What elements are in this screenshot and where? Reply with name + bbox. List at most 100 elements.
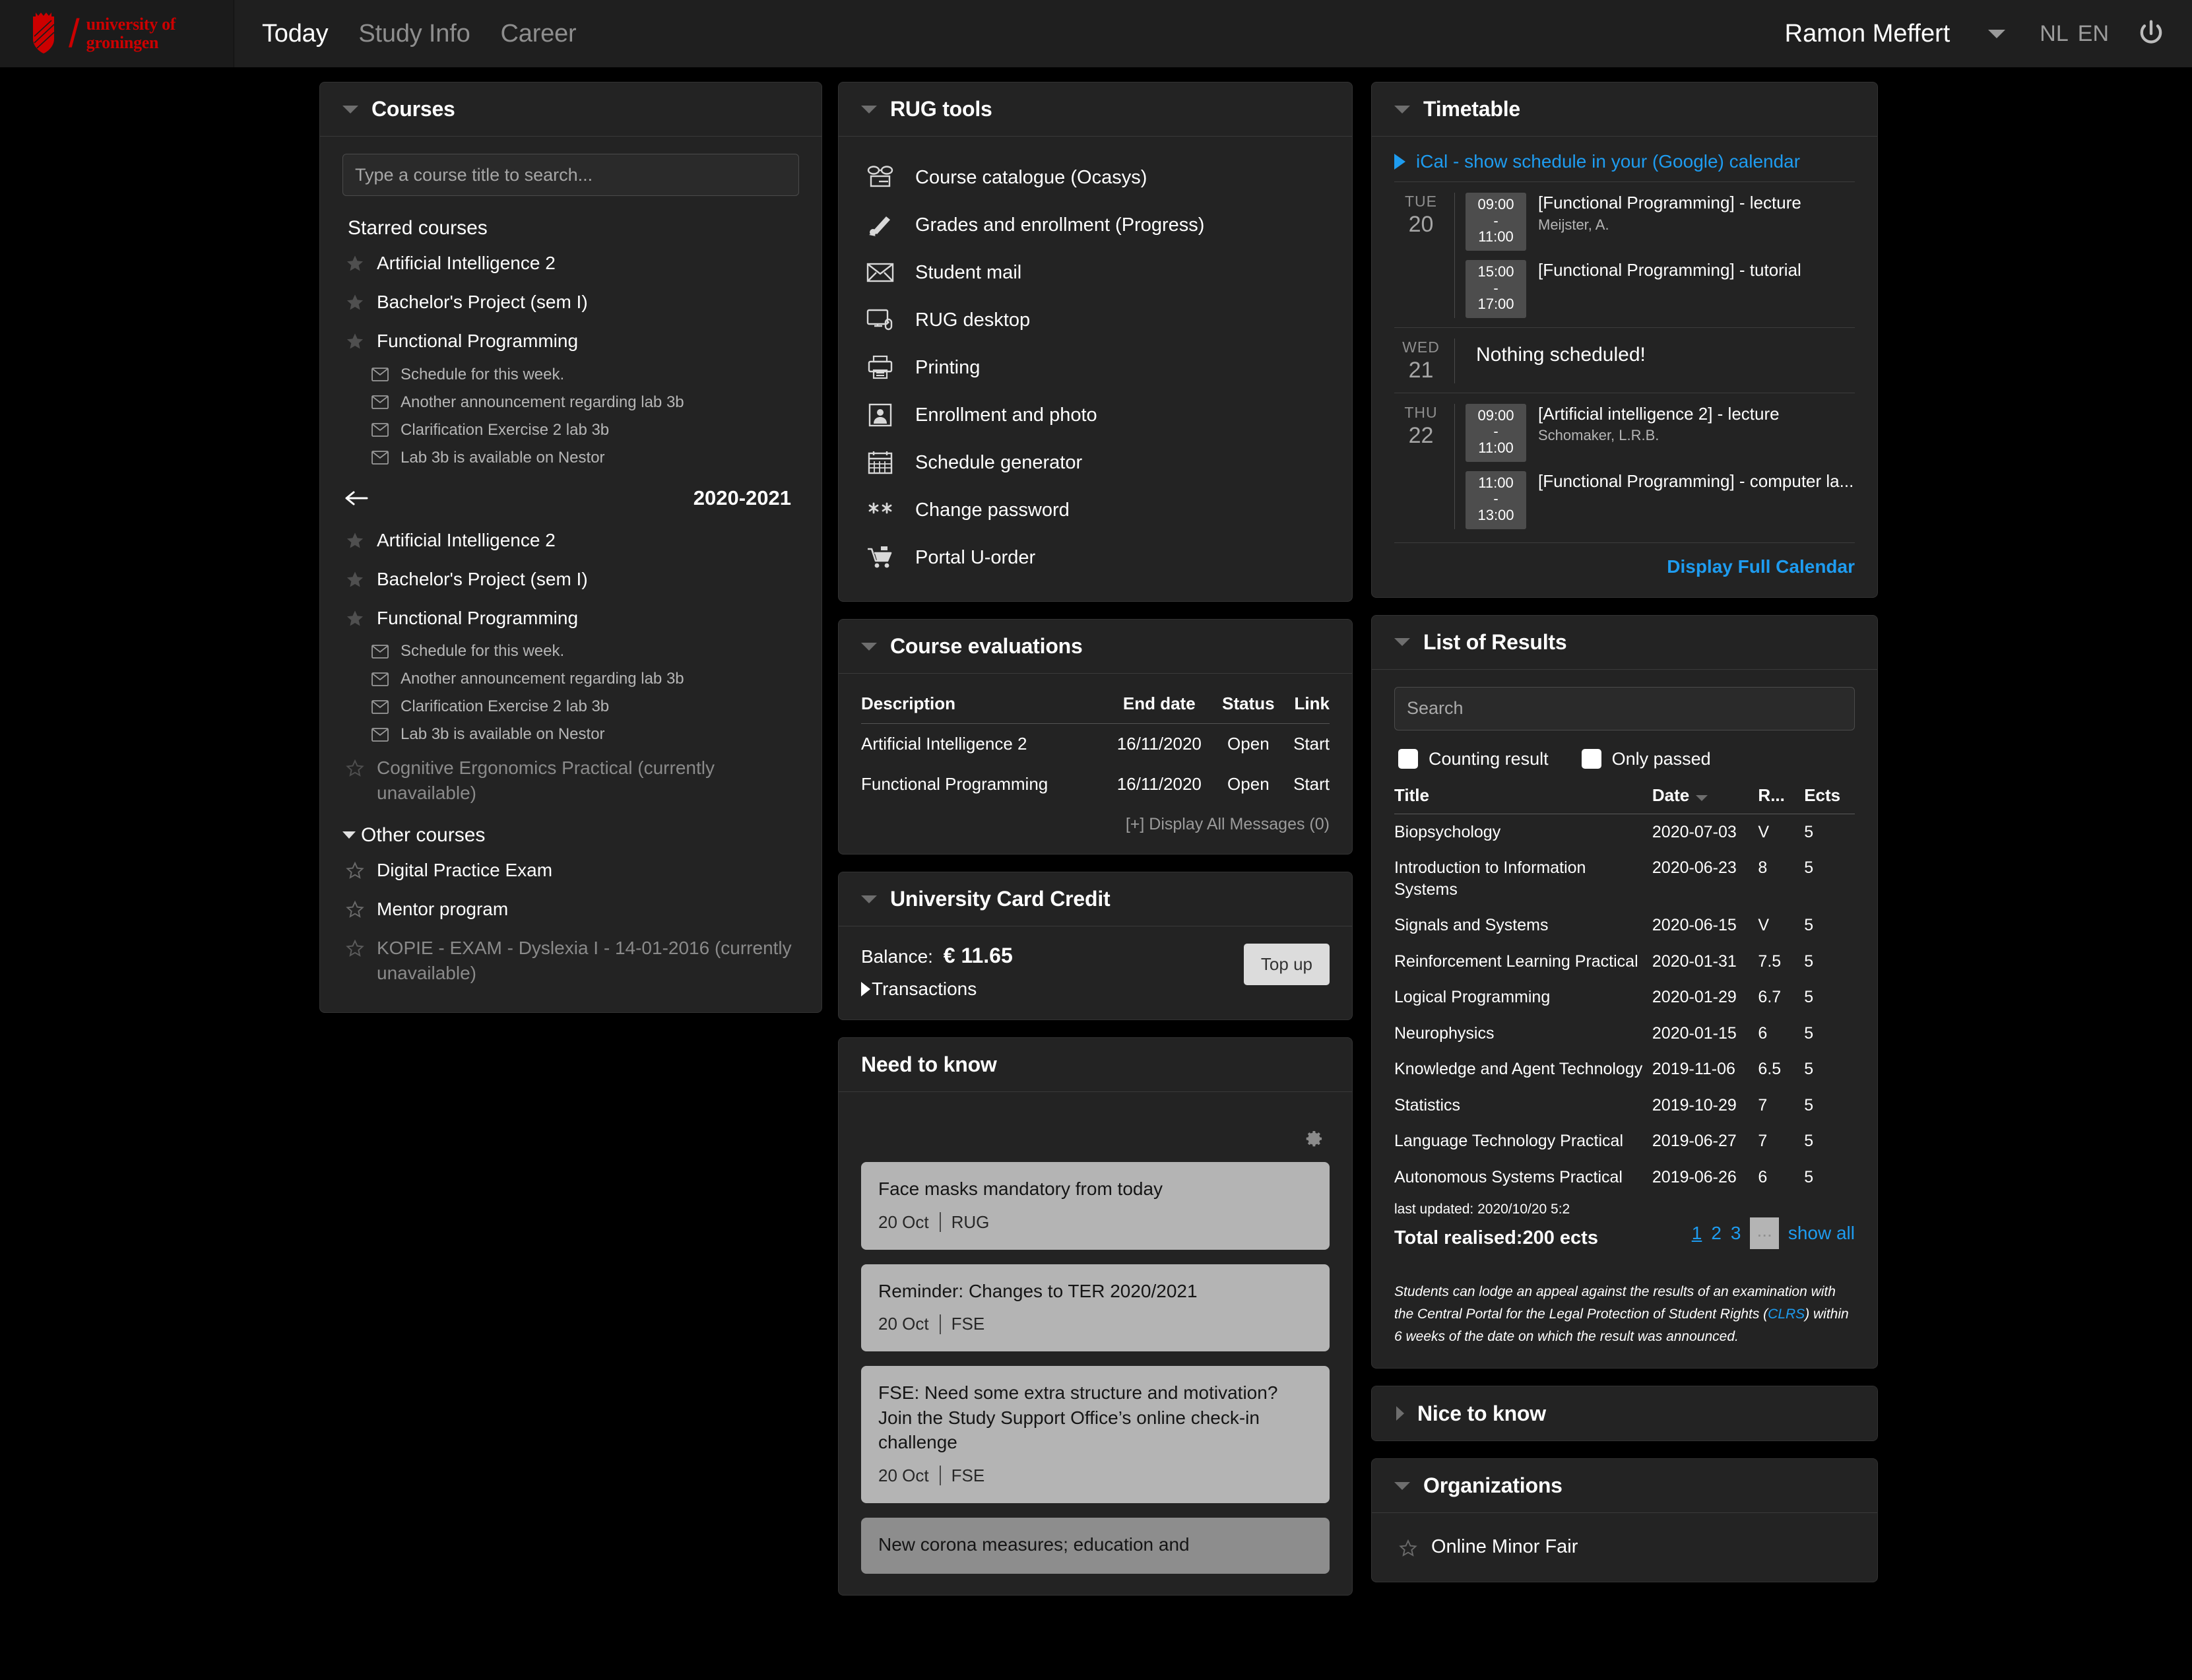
course-item[interactable]: KOPIE - EXAM - Dyslexia I - 14-01-2016 (… <box>342 928 799 992</box>
collapse-triangle-icon[interactable] <box>861 106 877 113</box>
nice-to-know-header[interactable]: Nice to know <box>1372 1386 1877 1440</box>
nav-career[interactable]: Career <box>501 20 577 48</box>
page-ellipsis[interactable]: ... <box>1750 1217 1778 1249</box>
course-item[interactable]: Bachelor's Project (sem I) <box>342 282 799 321</box>
star-filled-icon[interactable] <box>345 293 365 312</box>
star-filled-icon[interactable] <box>345 531 365 550</box>
timetable-event[interactable]: 09:00 - 11:00 [Functional Programming] -… <box>1466 193 1855 251</box>
tool-schedule-generator[interactable]: Schedule generator <box>861 439 1330 486</box>
col-ects[interactable]: Ects <box>1804 784 1855 814</box>
news-item[interactable]: New corona measures; education and <box>861 1518 1330 1574</box>
course-message[interactable]: Schedule for this week. <box>342 637 799 665</box>
course-item[interactable]: Functional Programming <box>342 321 799 360</box>
course-evaluations-header[interactable]: Course evaluations <box>839 620 1352 674</box>
nav-today[interactable]: Today <box>262 20 328 48</box>
nav-study-info[interactable]: Study Info <box>358 20 470 48</box>
course-item[interactable]: Artificial Intelligence 2 <box>342 521 799 560</box>
course-message[interactable]: Lab 3b is available on Nestor <box>342 444 799 472</box>
filter-only-passed[interactable]: Only passed <box>1582 749 1711 769</box>
collapse-triangle-icon[interactable] <box>861 643 877 651</box>
course-item[interactable]: Artificial Intelligence 2 <box>342 243 799 282</box>
other-courses-header[interactable]: Other courses <box>342 824 799 847</box>
tool-student-mail[interactable]: Student mail <box>861 249 1330 296</box>
collapse-triangle-icon[interactable] <box>1394 106 1410 113</box>
university-logo[interactable]: / university of groningen <box>0 0 234 67</box>
star-outline-icon[interactable] <box>1398 1539 1418 1558</box>
timetable-header[interactable]: Timetable <box>1372 82 1877 137</box>
star-filled-icon[interactable] <box>345 609 365 628</box>
rug-tools-header[interactable]: RUG tools <box>839 82 1352 137</box>
tool-change-password[interactable]: Change password <box>861 486 1330 534</box>
course-search-input[interactable] <box>342 154 799 196</box>
diploma-icon <box>865 211 895 239</box>
star-outline-icon[interactable] <box>345 759 365 778</box>
col-result[interactable]: R... <box>1758 784 1804 814</box>
arrow-left-icon[interactable] <box>345 490 369 507</box>
star-outline-icon[interactable] <box>345 900 365 919</box>
result-date: 2019-06-26 <box>1652 1159 1758 1196</box>
course-message[interactable]: Clarification Exercise 2 lab 3b <box>342 416 799 444</box>
timetable-event[interactable]: 09:00 - 11:00 [Artificial intelligence 2… <box>1466 404 1855 462</box>
course-message[interactable]: Another announcement regarding lab 3b <box>342 665 799 693</box>
timetable-event[interactable]: 11:00 - 13:00 [Functional Programming] -… <box>1466 471 1855 529</box>
course-message[interactable]: Clarification Exercise 2 lab 3b <box>342 693 799 721</box>
course-message[interactable]: Another announcement regarding lab 3b <box>342 389 799 416</box>
filter-counting-result[interactable]: Counting result <box>1398 749 1549 769</box>
page-1[interactable]: 1 <box>1692 1223 1702 1244</box>
results-header[interactable]: List of Results <box>1372 616 1877 670</box>
col-title[interactable]: Title <box>1394 784 1652 814</box>
tool-course-catalogue[interactable]: Course catalogue (Ocasys) <box>861 154 1330 201</box>
chevron-down-icon[interactable] <box>1988 30 2005 38</box>
news-item[interactable]: Reminder: Changes to TER 2020/2021 20 Oc… <box>861 1264 1330 1352</box>
collapse-triangle-icon[interactable] <box>1394 1482 1410 1490</box>
expand-triangle-icon[interactable] <box>1396 1406 1404 1421</box>
transactions-toggle[interactable]: Transactions <box>861 979 1013 1000</box>
tool-printing[interactable]: Printing <box>861 344 1330 391</box>
eval-start-link[interactable]: Start <box>1283 724 1330 765</box>
lang-en[interactable]: EN <box>2078 21 2109 47</box>
course-item[interactable]: Digital Practice Exam <box>342 851 799 889</box>
news-item[interactable]: FSE: Need some extra structure and motiv… <box>861 1366 1330 1503</box>
display-all-messages-link[interactable]: [+] Display All Messages (0) <box>861 815 1330 834</box>
star-filled-icon[interactable] <box>345 570 365 589</box>
timetable-event[interactable]: 15:00 - 17:00 [Functional Programming] -… <box>1466 260 1855 318</box>
display-full-calendar-link[interactable]: Display Full Calendar <box>1667 556 1855 577</box>
courses-panel-header[interactable]: Courses <box>320 82 822 137</box>
star-filled-icon[interactable] <box>345 254 365 273</box>
organizations-header[interactable]: Organizations <box>1372 1459 1877 1513</box>
power-icon[interactable] <box>2138 19 2164 48</box>
show-all-link[interactable]: show all <box>1788 1223 1855 1244</box>
star-outline-icon[interactable] <box>345 861 365 880</box>
tool-portal-u-order[interactable]: Portal U-order <box>861 534 1330 581</box>
collapse-triangle-icon[interactable] <box>342 831 356 839</box>
top-up-button[interactable]: Top up <box>1244 944 1330 985</box>
course-item[interactable]: Cognitive Ergonomics Practical (currentl… <box>342 748 799 812</box>
lang-nl[interactable]: NL <box>2040 21 2068 47</box>
clrs-link[interactable]: CLRS <box>1768 1307 1805 1322</box>
course-message[interactable]: Lab 3b is available on Nestor <box>342 721 799 748</box>
results-search-input[interactable] <box>1394 687 1855 730</box>
course-item[interactable]: Bachelor's Project (sem I) <box>342 560 799 598</box>
page-3[interactable]: 3 <box>1731 1223 1741 1244</box>
checkbox[interactable] <box>1582 749 1601 769</box>
star-outline-icon[interactable] <box>345 939 365 958</box>
tool-rug-desktop[interactable]: RUG desktop <box>861 296 1330 344</box>
page-2[interactable]: 2 <box>1711 1223 1722 1244</box>
collapse-triangle-icon[interactable] <box>342 106 358 113</box>
tool-enrollment-photo[interactable]: Enrollment and photo <box>861 391 1330 439</box>
course-message[interactable]: Schedule for this week. <box>342 361 799 389</box>
collapse-triangle-icon[interactable] <box>861 895 877 903</box>
news-item[interactable]: Face masks mandatory from today 20 Oct R… <box>861 1162 1330 1250</box>
course-item[interactable]: Functional Programming <box>342 598 799 637</box>
col-date[interactable]: Date <box>1652 784 1758 814</box>
organization-item[interactable]: Online Minor Fair <box>1394 1525 1855 1562</box>
tool-grades-enrollment[interactable]: Grades and enrollment (Progress) <box>861 201 1330 249</box>
collapse-triangle-icon[interactable] <box>1394 638 1410 646</box>
eval-start-link[interactable]: Start <box>1283 764 1330 804</box>
card-credit-header[interactable]: University Card Credit <box>839 872 1352 926</box>
gear-icon[interactable] <box>1301 1125 1324 1149</box>
ical-link[interactable]: iCal - show schedule in your (Google) ca… <box>1394 151 1855 172</box>
star-filled-icon[interactable] <box>345 332 365 351</box>
course-item[interactable]: Mentor program <box>342 889 799 928</box>
checkbox[interactable] <box>1398 749 1418 769</box>
